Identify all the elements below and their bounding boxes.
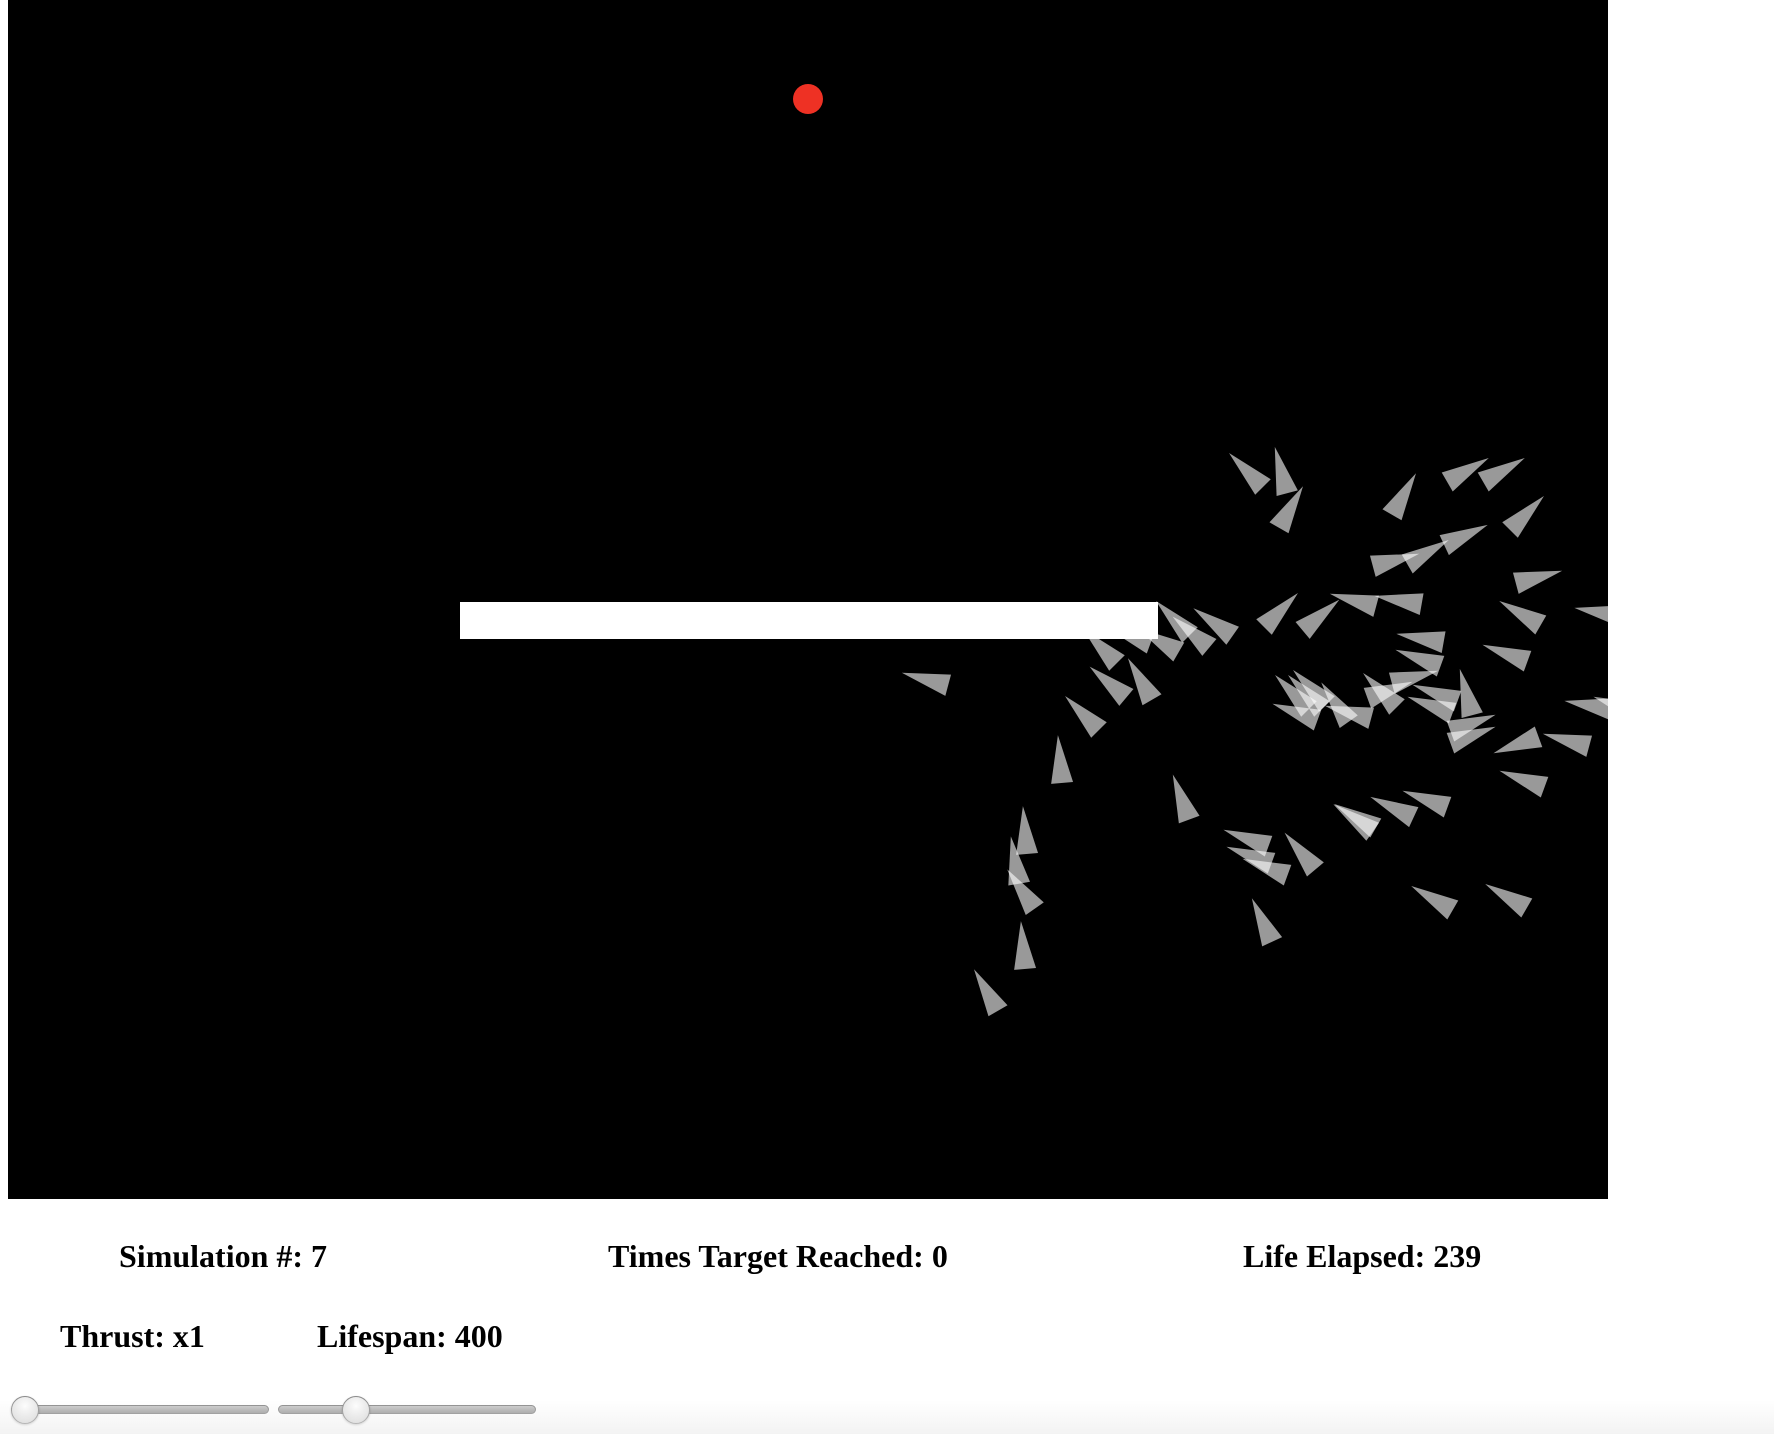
life-elapsed: Life Elapsed: 239 [1243, 1238, 1482, 1274]
lifespan-label: Lifespan: 400 [317, 1318, 503, 1354]
simulation-scene [8, 0, 1608, 1199]
times-target-reached: Times Target Reached: 0 [608, 1238, 948, 1274]
thrust-slider-thumb[interactable] [11, 1396, 39, 1424]
thrust-label: Thrust: x1 [60, 1318, 205, 1354]
target-dot [793, 84, 823, 114]
thrust-slider[interactable] [11, 1396, 269, 1424]
lifespan-slider-track[interactable] [278, 1405, 536, 1414]
lifespan-slider[interactable] [278, 1396, 536, 1424]
simulation-count: Simulation #: 7 [119, 1238, 328, 1274]
simulation-canvas [8, 0, 1608, 1199]
lifespan-slider-thumb[interactable] [342, 1396, 370, 1424]
thrust-slider-track[interactable] [11, 1405, 269, 1414]
obstacle-barrier [460, 602, 1158, 639]
